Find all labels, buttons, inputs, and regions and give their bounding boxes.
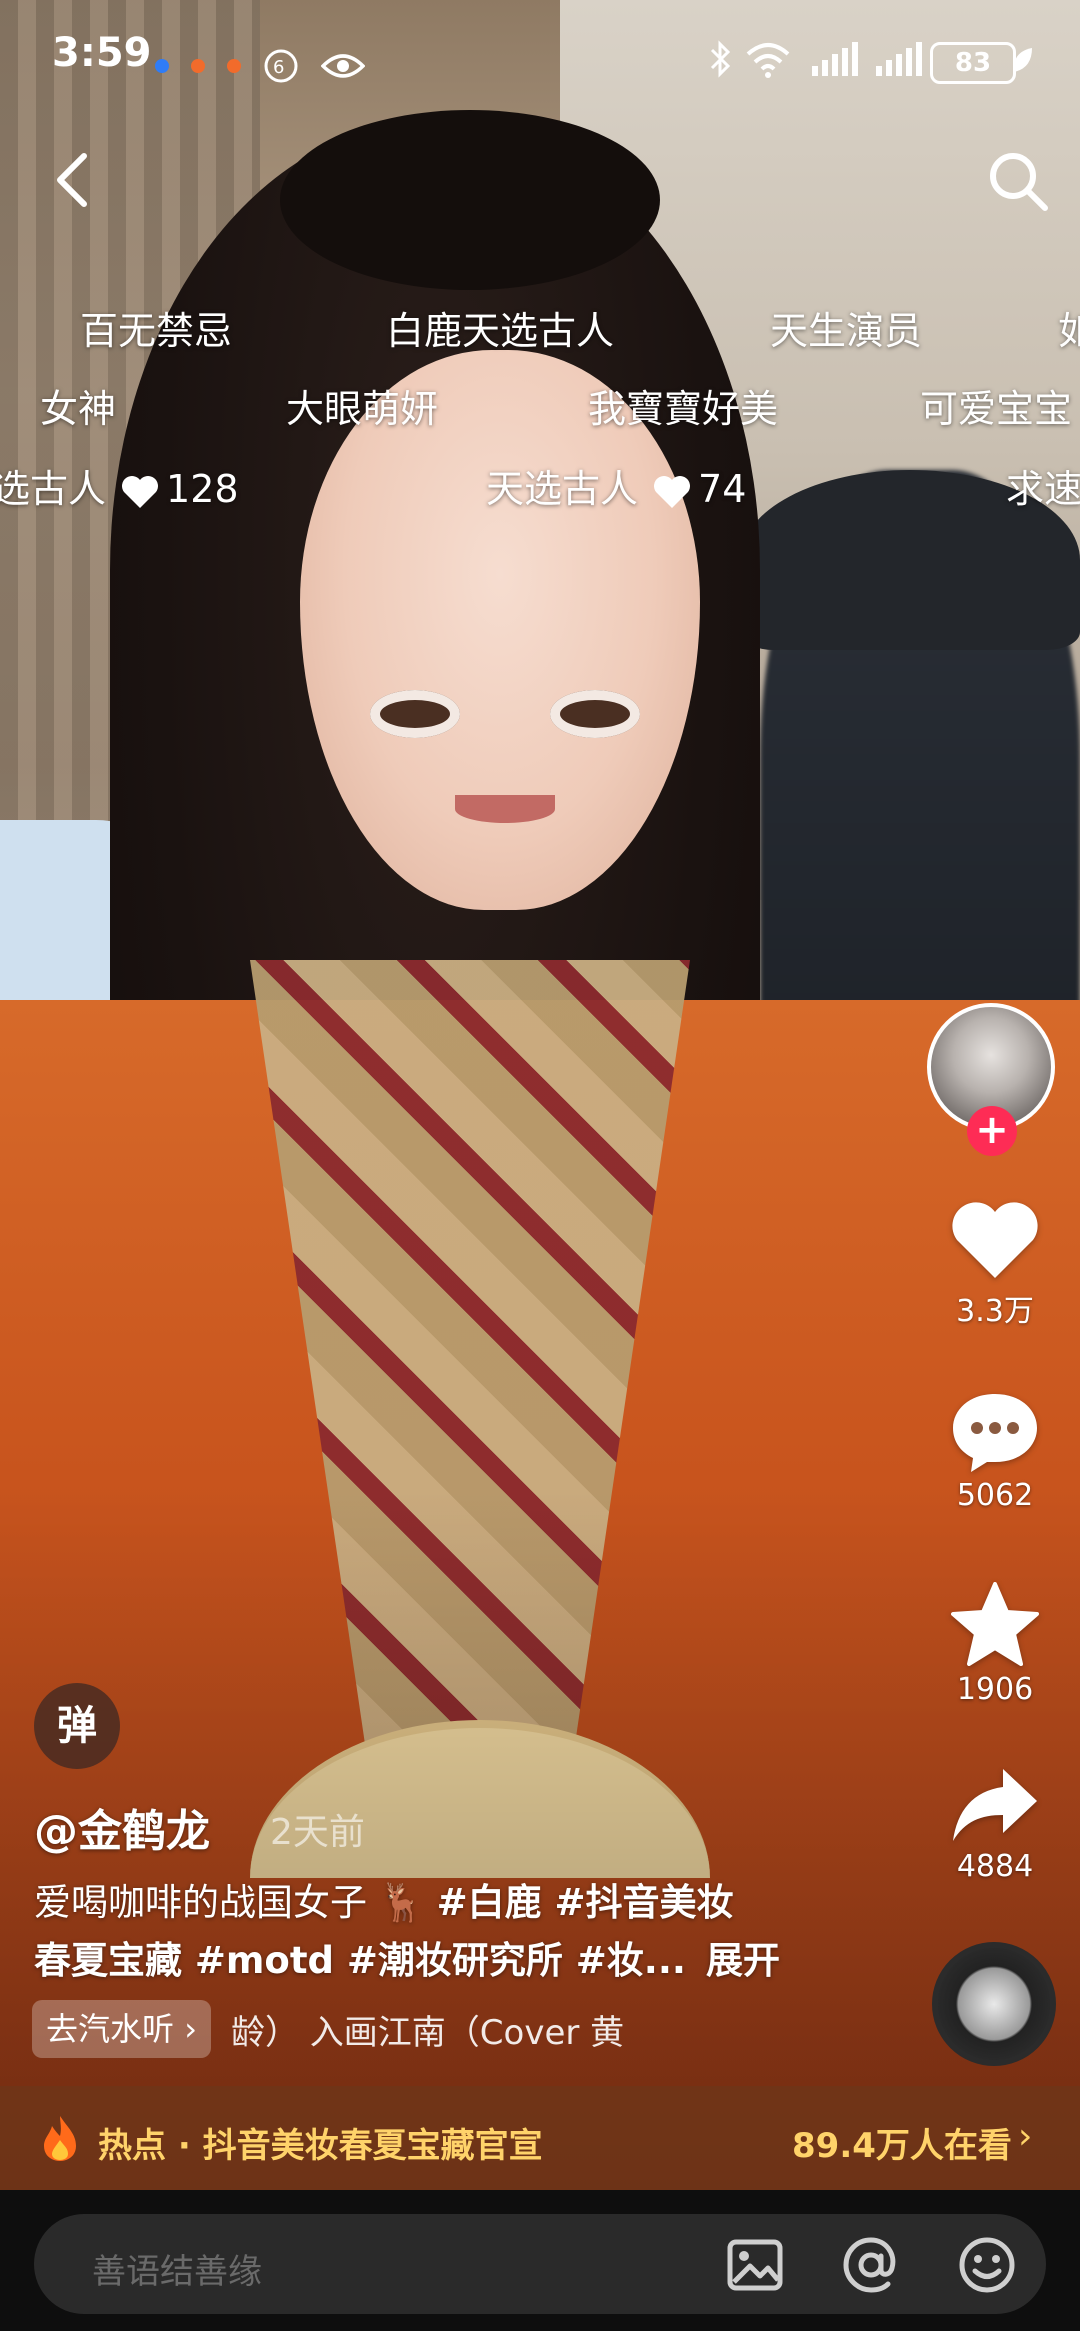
danmaku-comment[interactable]: 百无禁忌 — [80, 300, 232, 355]
danmaku-comment[interactable]: 大眼萌妍 — [286, 378, 438, 433]
listen-in-qishui-button[interactable]: 去汽水听 › — [32, 2000, 211, 2058]
danmaku-comment[interactable]: 白鹿天选古人 — [386, 300, 614, 355]
post-description-line2[interactable]: 春夏宝藏 #motd #潮妆研究所 #妆... 展开 — [34, 1930, 814, 1984]
notification-app-icon — [155, 59, 169, 73]
music-disc[interactable] — [932, 1942, 1056, 2066]
like-count: 3.3万 — [956, 1294, 1034, 1329]
share-button[interactable]: 4884 — [940, 1765, 1050, 1884]
danmaku-comment[interactable]: 如 — [1058, 300, 1080, 355]
expand-button[interactable]: 展开 — [706, 1939, 780, 1982]
danmaku-comment[interactable]: 天生演员 — [770, 300, 922, 355]
follow-button[interactable]: + — [967, 1106, 1017, 1156]
danmaku-text: 天选古人 — [486, 467, 639, 511]
favorite-count: 1906 — [956, 1672, 1034, 1707]
cellular-signal-icon — [812, 42, 858, 76]
share-arrow-icon — [953, 1769, 1037, 1841]
danmaku-comment[interactable]: 选古人 128 — [0, 458, 239, 513]
hashtag-link[interactable]: #白鹿 #抖音美妆 — [437, 1881, 734, 1924]
deer-emoji-icon: 🦌 — [378, 1881, 425, 1924]
comment-placeholder: 善语结善缘 — [92, 2252, 262, 2292]
chevron-right-icon: › — [1018, 2116, 1033, 2157]
subject-mouth — [455, 795, 555, 823]
search-button[interactable] — [985, 148, 1051, 214]
comment-bubble-icon — [953, 1394, 1037, 1472]
comment-input[interactable]: 善语结善缘 — [34, 2214, 1046, 2314]
hot-topic-label: 热点 · 抖音美妆春夏宝藏官宣 — [98, 2126, 543, 2166]
mention-icon[interactable] — [840, 2234, 902, 2296]
music-title: 龄） 入画江南（Cover 黄 — [230, 2012, 625, 2053]
flame-icon — [44, 2116, 76, 2161]
danmaku-like-count: 74 — [698, 467, 747, 511]
subject-face — [300, 350, 700, 910]
battery-level: 83 — [930, 42, 1016, 84]
favorite-button[interactable]: 1906 — [940, 1580, 1050, 1707]
wifi-icon — [746, 43, 790, 78]
svg-text:6: 6 — [273, 57, 284, 78]
star-icon — [951, 1582, 1039, 1666]
hashtag-link[interactable]: 春夏宝藏 #motd #潮妆研究所 #妆... — [34, 1939, 686, 1982]
like-button[interactable]: 3.3万 — [940, 1200, 1050, 1330]
music-row[interactable]: 去汽水听 › 龄） 入画江南（Cover 黄 — [32, 2000, 624, 2058]
heart-icon — [122, 475, 159, 508]
notification-icons: 6 — [155, 48, 365, 84]
chevron-right-icon: › — [184, 2010, 197, 2048]
danmaku-comment[interactable]: 女神 — [40, 378, 116, 433]
status-bar: 3:59 6 83 — [0, 0, 1080, 125]
description-text: 爱喝咖啡的战国女子 — [34, 1881, 367, 1924]
listen-in-qishui-label: 去汽水听 — [46, 2010, 175, 2048]
danmaku-comment[interactable]: 求速 — [1006, 458, 1080, 513]
danmaku-comment[interactable]: 天选古人 74 — [486, 458, 746, 513]
danmaku-comment[interactable]: 可爱宝宝 — [920, 378, 1072, 433]
author-name[interactable]: @金鹤龙 — [34, 1795, 210, 1859]
hot-topic-bar[interactable]: 热点 · 抖音美妆春夏宝藏官宣 89.4万人在看 › — [0, 2086, 1080, 2190]
heart-icon — [952, 1202, 1038, 1278]
danmaku-toggle-button[interactable]: 弹 — [34, 1683, 120, 1769]
cellular-signal-icon — [876, 42, 922, 76]
comment-count: 5062 — [956, 1478, 1034, 1513]
comment-button[interactable]: 5062 — [940, 1390, 1050, 1513]
notification-app-icon — [227, 59, 241, 73]
post-time: 2天前 — [270, 1812, 365, 1853]
post-description-line1[interactable]: 爱喝咖啡的战国女子 🦌 #白鹿 #抖音美妆 — [34, 1872, 814, 1926]
notification-app-icon — [191, 59, 205, 73]
share-count: 4884 — [956, 1849, 1034, 1884]
image-picker-icon[interactable] — [724, 2234, 786, 2296]
subject-eye-right — [550, 690, 640, 738]
emoji-icon[interactable] — [956, 2234, 1018, 2296]
comment-bar: 善语结善缘 — [0, 2190, 1080, 2331]
eye-icon — [321, 54, 365, 78]
bluetooth-icon — [710, 40, 731, 78]
danmaku-text: 选古人 — [0, 467, 107, 511]
leaf-icon — [1013, 48, 1032, 72]
subject-eye-left — [370, 690, 460, 738]
heart-icon — [654, 475, 691, 508]
status-time: 3:59 — [52, 30, 152, 76]
subject-hair-bun — [280, 110, 660, 290]
danmaku-like-count: 128 — [166, 467, 239, 511]
headset-icon: 6 — [264, 49, 298, 83]
hot-viewer-count: 89.4万人在看 — [792, 2126, 1012, 2166]
back-button[interactable] — [48, 150, 98, 210]
danmaku-comment[interactable]: 我寶寶好美 — [588, 378, 778, 433]
